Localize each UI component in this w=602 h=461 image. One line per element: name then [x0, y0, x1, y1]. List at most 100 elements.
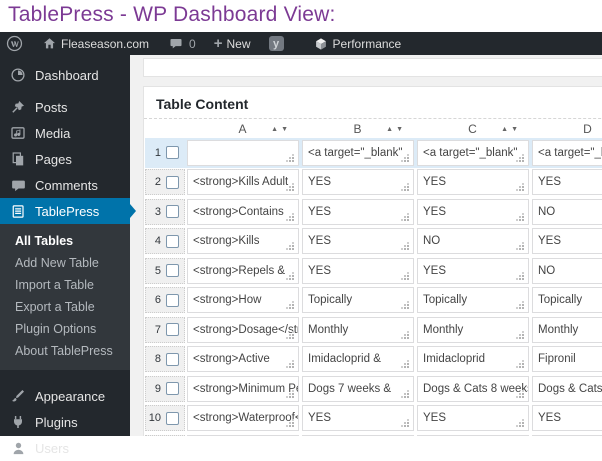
row-checkbox[interactable] [166, 205, 179, 219]
resize-grip-icon[interactable] [286, 331, 294, 339]
cell-textarea[interactable]: Monthly [417, 316, 529, 343]
sidebar-item-posts[interactable]: Posts [0, 94, 130, 120]
resize-grip-icon[interactable] [286, 390, 294, 398]
resize-grip-icon[interactable] [401, 242, 409, 251]
cell-textarea[interactable]: Topically [302, 287, 414, 314]
submenu-item-add-new-table[interactable]: Add New Table [0, 252, 130, 274]
row-checkbox[interactable] [166, 323, 179, 337]
resize-grip-icon[interactable] [286, 154, 294, 162]
site-name-button[interactable]: Fleaseason.com [36, 32, 156, 55]
resize-grip-icon[interactable] [286, 419, 294, 428]
yoast-seo-button[interactable]: y [262, 32, 291, 55]
sidebar-item-comments[interactable]: Comments [0, 172, 130, 198]
row-checkbox[interactable] [166, 175, 179, 189]
cell-textarea[interactable]: Dogs & Cats 8 [532, 375, 602, 402]
cell-textarea[interactable]: Topically [532, 287, 602, 314]
resize-grip-icon[interactable] [516, 360, 524, 369]
resize-grip-icon[interactable] [516, 419, 524, 428]
cell-textarea[interactable] [187, 139, 299, 166]
cell-textarea[interactable]: <strong>Repels & [187, 257, 299, 284]
cell-textarea[interactable]: <strong>How [187, 287, 299, 314]
resize-grip-icon[interactable] [401, 390, 409, 398]
new-content-button[interactable]: + New [207, 32, 258, 55]
cell-textarea[interactable]: <strong>Active [187, 346, 299, 373]
cell-textarea[interactable]: YES [302, 169, 414, 196]
sort-arrows-icon[interactable]: ▲▼ [271, 126, 291, 133]
submenu-item-all-tables[interactable]: All Tables [0, 230, 130, 252]
sidebar-item-tablepress[interactable]: TablePress [0, 198, 136, 224]
cell-textarea[interactable]: Imidacloprid [417, 346, 529, 373]
performance-menu-button[interactable]: Performance [307, 32, 409, 55]
cell-textarea[interactable]: <a target="_blank" [417, 139, 529, 166]
cell-textarea[interactable]: YES [302, 257, 414, 284]
resize-grip-icon[interactable] [401, 419, 409, 428]
resize-grip-icon[interactable] [516, 331, 524, 339]
sidebar-item-dashboard[interactable]: Dashboard [0, 62, 130, 88]
resize-grip-icon[interactable] [401, 301, 409, 310]
row-checkbox[interactable] [166, 352, 179, 366]
submenu-item-plugin-options[interactable]: Plugin Options [0, 318, 130, 340]
cell-textarea[interactable]: Dogs 7 weeks & [302, 375, 414, 402]
resize-grip-icon[interactable] [516, 272, 524, 280]
cell-textarea[interactable]: Topically [417, 287, 529, 314]
resize-grip-icon[interactable] [286, 301, 294, 310]
sidebar-item-pages[interactable]: Pages [0, 146, 130, 172]
cell-textarea[interactable]: Imidacloprid & [302, 346, 414, 373]
row-checkbox[interactable] [166, 264, 179, 278]
resize-grip-icon[interactable] [286, 183, 294, 192]
cell-textarea[interactable]: <strong>Minimum Pet [187, 375, 299, 402]
submenu-item-import-a-table[interactable]: Import a Table [0, 274, 130, 296]
resize-grip-icon[interactable] [401, 272, 409, 280]
resize-grip-icon[interactable] [286, 360, 294, 369]
cell-textarea[interactable]: <strong>Kills [187, 228, 299, 255]
resize-grip-icon[interactable] [516, 154, 524, 162]
cell-textarea[interactable]: <strong>Waterproof< [187, 405, 299, 432]
resize-grip-icon[interactable] [286, 242, 294, 251]
cell-textarea[interactable]: YES [302, 228, 414, 255]
resize-grip-icon[interactable] [516, 183, 524, 192]
resize-grip-icon[interactable] [516, 242, 524, 251]
cell-textarea[interactable]: <strong>Contains [187, 198, 299, 225]
row-checkbox[interactable] [166, 234, 179, 248]
cell-textarea[interactable]: Monthly [532, 316, 602, 343]
cell-textarea[interactable]: YES [532, 169, 602, 196]
cell-textarea[interactable]: <a target="_blank" [532, 139, 602, 166]
resize-grip-icon[interactable] [401, 360, 409, 369]
cell-textarea[interactable]: NO [532, 198, 602, 225]
cell-textarea[interactable]: NO [532, 257, 602, 284]
resize-grip-icon[interactable] [516, 390, 524, 398]
row-checkbox[interactable] [166, 411, 179, 425]
cell-textarea[interactable]: YES [417, 169, 529, 196]
row-checkbox[interactable] [166, 382, 179, 396]
resize-grip-icon[interactable] [516, 213, 524, 221]
cell-textarea[interactable]: YES [417, 405, 529, 432]
comments-badge-button[interactable]: 0 [162, 32, 203, 55]
resize-grip-icon[interactable] [401, 183, 409, 192]
resize-grip-icon[interactable] [401, 331, 409, 339]
row-checkbox[interactable] [166, 146, 179, 160]
cell-textarea[interactable]: Dogs & Cats 8 weeks [417, 375, 529, 402]
sort-arrows-icon[interactable]: ▲▼ [501, 126, 521, 133]
resize-grip-icon[interactable] [401, 154, 409, 162]
sidebar-item-users[interactable]: Users [0, 435, 130, 461]
cell-textarea[interactable]: YES [532, 405, 602, 432]
resize-grip-icon[interactable] [401, 213, 409, 221]
submenu-item-export-a-table[interactable]: Export a Table [0, 296, 130, 318]
sidebar-item-media[interactable]: Media [0, 120, 130, 146]
wordpress-logo-button[interactable] [0, 32, 30, 55]
cell-textarea[interactable]: NO [417, 228, 529, 255]
sidebar-item-appearance[interactable]: Appearance [0, 383, 130, 409]
submenu-item-about-tablepress[interactable]: About TablePress [0, 340, 130, 362]
sort-arrows-icon[interactable]: ▲▼ [386, 126, 406, 133]
cell-textarea[interactable]: <strong>Dosage</str [187, 316, 299, 343]
row-checkbox[interactable] [166, 293, 179, 307]
cell-textarea[interactable]: YES [417, 198, 529, 225]
cell-textarea[interactable]: <strong>Kills Adult [187, 169, 299, 196]
resize-grip-icon[interactable] [286, 213, 294, 221]
cell-textarea[interactable]: YES [302, 405, 414, 432]
cell-textarea[interactable]: YES [302, 198, 414, 225]
resize-grip-icon[interactable] [516, 301, 524, 310]
cell-textarea[interactable]: YES [532, 228, 602, 255]
resize-grip-icon[interactable] [286, 272, 294, 280]
cell-textarea[interactable]: <a target="_blank" [302, 139, 414, 166]
